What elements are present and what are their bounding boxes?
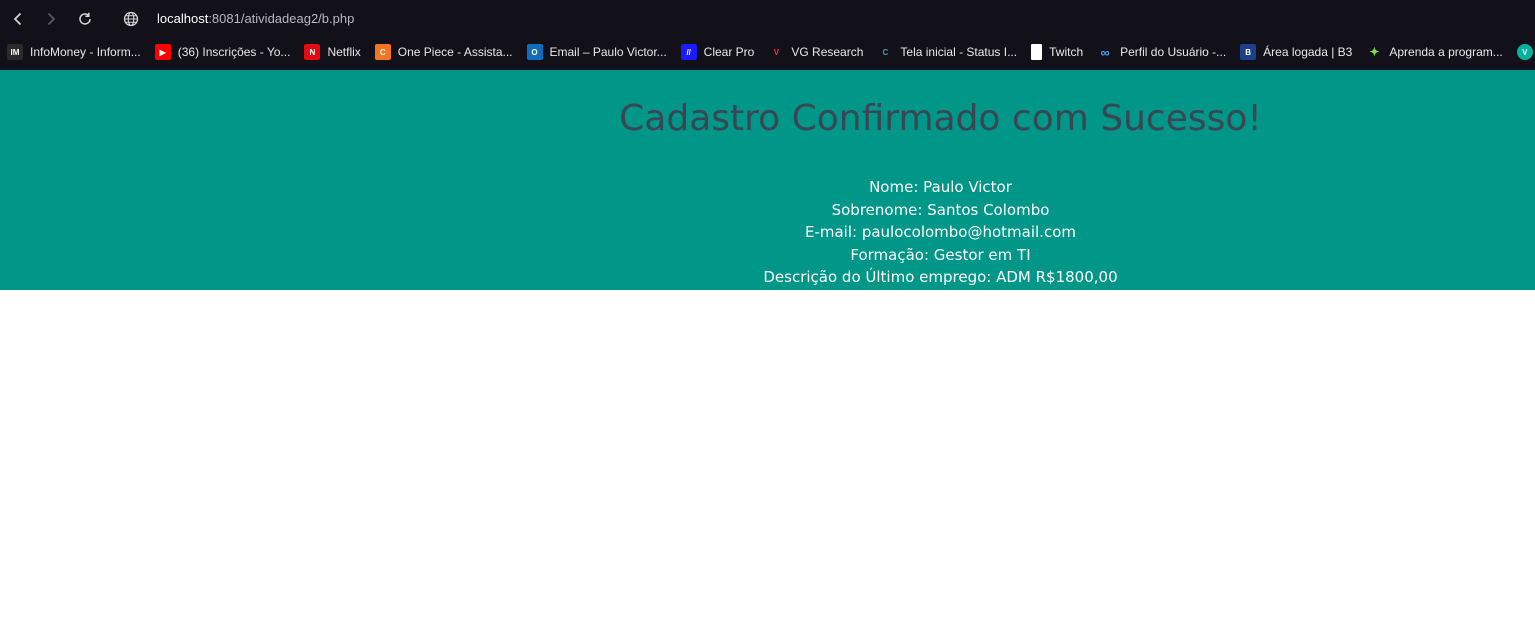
field-sobrenome: Sobrenome: Santos Colombo <box>831 200 1050 219</box>
clear-icon: // <box>680 44 697 60</box>
browser-chrome: localhost:8081/atividadeag2/b.php IM Info… <box>0 0 1535 70</box>
field-email: E-mail: paulocolombo@hotmail.com <box>804 223 1076 242</box>
netflix-icon: N <box>304 44 321 60</box>
crunchyroll-icon: C <box>374 44 391 60</box>
bookmark-item[interactable]: V VG Research <box>761 40 870 64</box>
confirmation-banner: Cadastro Confirmado com Sucesso! Nome: P… <box>0 70 1535 290</box>
bookmark-item[interactable]: C Tela inicial - Status I... <box>870 40 1024 64</box>
bookmark-label: Área logada | B3 <box>1263 45 1353 59</box>
bookmark-label: Twitch <box>1049 45 1084 59</box>
bookmarks-bar: IM InfoMoney - Inform... ▶ (36) Inscrições … <box>0 40 1535 64</box>
lizard-icon: ✦ <box>1366 44 1383 60</box>
bookmark-item[interactable]: ✦ Aprenda a program... <box>1359 40 1509 64</box>
status-icon: C <box>877 44 894 60</box>
address-bar[interactable]: localhost:8081/atividadeag2/b.php <box>157 11 354 26</box>
bookmark-item[interactable]: C One Piece - Assista... <box>368 40 520 64</box>
bookmark-item[interactable]: ∞ Perfil do Usuário -... <box>1090 40 1233 64</box>
youtube-icon: ▶ <box>154 44 171 60</box>
registration-details: Nome: Paulo Victor Sobrenome: Santos Col… <box>173 176 1535 289</box>
bookmark-item[interactable]: IM InfoMoney - Inform... <box>0 40 148 64</box>
bookmark-item[interactable]: O Email – Paulo Victor... <box>520 40 674 64</box>
url-path: :8081/atividadeag2/b.php <box>208 11 355 26</box>
infomoney-icon: IM <box>7 44 23 60</box>
bookmark-label: One Piece - Assista... <box>397 45 513 59</box>
bookmark-item[interactable]: Twitch <box>1024 40 1090 64</box>
bookmark-item[interactable]: N Netflix <box>297 40 367 64</box>
document-icon <box>1031 44 1043 60</box>
infinity-icon: ∞ <box>1097 44 1114 60</box>
field-ultimo-emprego: Descrição do Último emprego: ADM R$1800,… <box>763 268 1118 287</box>
b3-icon: B <box>1240 44 1257 60</box>
outlook-icon: O <box>526 44 543 60</box>
field-nome: Nome: Paulo Victor <box>869 178 1012 196</box>
bookmark-label: Aprenda a program... <box>1389 45 1503 59</box>
bookmark-item[interactable]: B Área logada | B3 <box>1233 40 1359 64</box>
field-formacao: Formação: Gestor em TI <box>850 245 1031 264</box>
bookmark-label: Clear Pro <box>703 45 755 59</box>
bookmark-label: InfoMoney - Inform... <box>30 45 141 59</box>
page-background <box>0 290 1535 631</box>
url-host: localhost <box>157 11 209 26</box>
vg-research-icon: V <box>768 44 785 60</box>
bookmark-item[interactable]: VVAGA <box>1510 40 1535 64</box>
bookmark-label: Email – Paulo Victor... <box>549 45 667 59</box>
bookmark-item[interactable]: ▶ (36) Inscrições - Yo... <box>148 40 298 64</box>
forward-icon[interactable] <box>41 9 61 29</box>
back-icon[interactable] <box>8 9 28 29</box>
browser-toolbar: localhost:8081/atividadeag2/b.php <box>0 0 1535 38</box>
bookmark-label: VG Research <box>791 45 864 59</box>
bookmark-label: Perfil do Usuário -... <box>1120 45 1227 59</box>
bookmark-label: Netflix <box>327 45 361 59</box>
vaga-icon: V <box>1516 44 1533 60</box>
bookmark-label: Tela inicial - Status I... <box>900 45 1018 59</box>
globe-icon[interactable] <box>122 10 140 28</box>
bookmark-item[interactable]: // Clear Pro <box>674 40 762 64</box>
bookmark-label: (36) Inscrições - Yo... <box>177 45 291 59</box>
page-title: Cadastro Confirmado com Sucesso! <box>619 98 1262 139</box>
reload-icon[interactable] <box>75 9 95 29</box>
